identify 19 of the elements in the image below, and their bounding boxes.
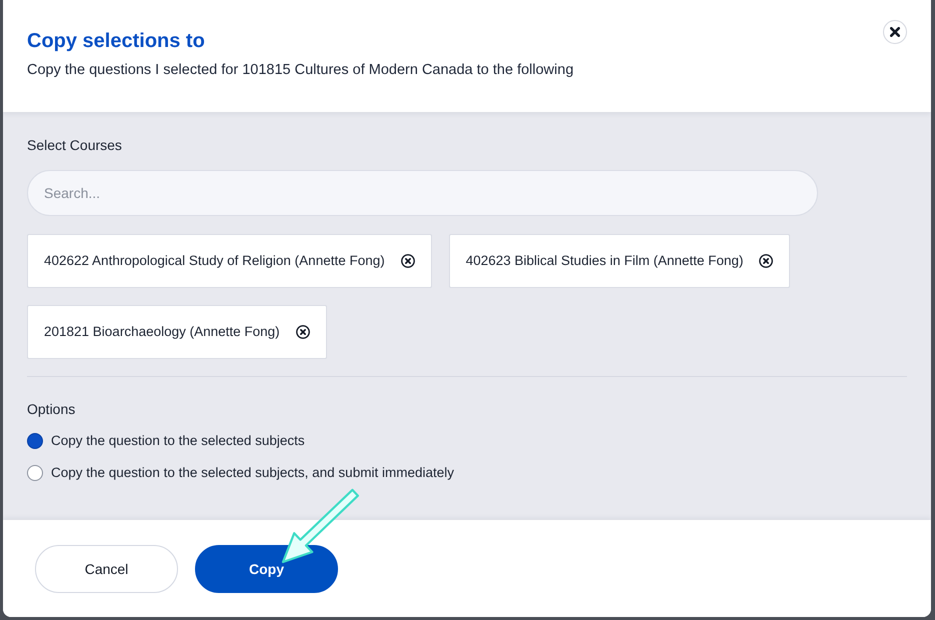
remove-icon[interactable]: [759, 254, 774, 268]
dialog-subtitle: Copy the questions I selected for 101815 Cultures of Modern Canada to the following: [27, 61, 574, 80]
section-label: Options: [27, 400, 76, 418]
close-button[interactable]: [883, 20, 907, 44]
remove-icon[interactable]: [296, 325, 310, 339]
search-field[interactable]: Search...: [27, 170, 818, 216]
course-name: 402622 Anthropological Study of Religion (Annette Fong): [44, 252, 385, 270]
section-label: Select Courses: [27, 136, 122, 154]
close-icon: [890, 27, 900, 37]
radio-label: Copy the question to the selected subjects: [51, 432, 305, 450]
radio-button[interactable]: [27, 433, 43, 449]
course-name: 402623 Biblical Studies in Film (Annette Fong): [466, 252, 744, 270]
dialog-title: Copy selections to: [27, 29, 205, 53]
cancel-button[interactable]: Cancel: [35, 545, 178, 593]
remove-icon[interactable]: [400, 254, 415, 268]
radio-label: Copy the question to the selected subjects, and submit immediately: [51, 464, 454, 482]
radio-button[interactable]: [27, 465, 43, 481]
copy-button[interactable]: Copy: [195, 545, 338, 593]
course-name: 201821 Bioarchaeology (Annette Fong): [44, 323, 280, 341]
